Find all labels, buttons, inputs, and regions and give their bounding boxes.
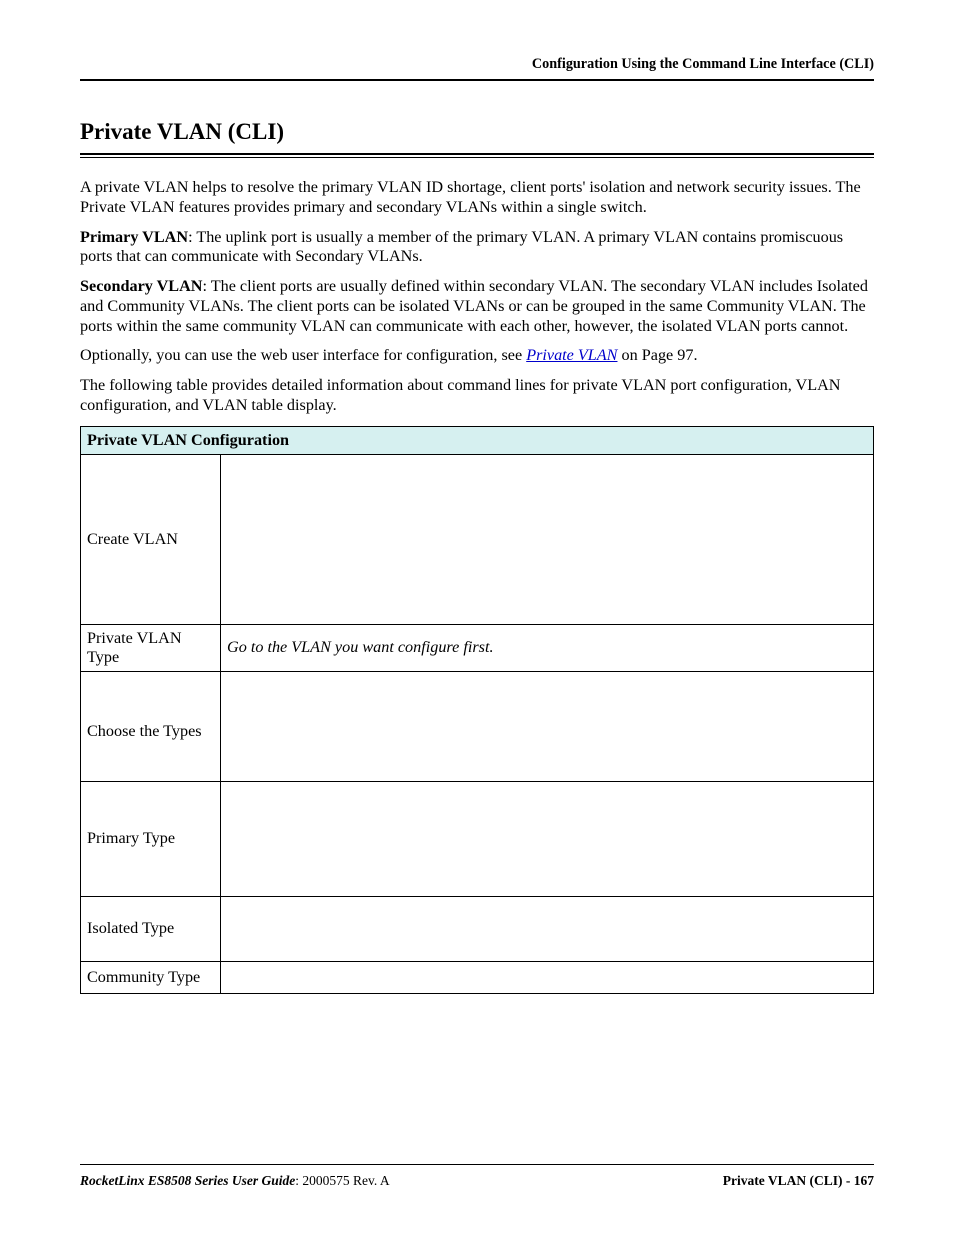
table-row: Choose the Types <box>81 671 874 781</box>
table-header: Private VLAN Configuration <box>81 426 874 454</box>
document-page: Configuration Using the Command Line Int… <box>0 0 954 1235</box>
row-label: Isolated Type <box>81 896 221 961</box>
primary-vlan-paragraph: Primary VLAN: The uplink port is usually… <box>80 228 874 268</box>
header-rule <box>80 79 874 81</box>
private-vlan-link[interactable]: Private VLAN <box>526 346 617 364</box>
row-content <box>221 961 874 993</box>
footer-guide-rev: : 2000575 Rev. A <box>295 1173 389 1188</box>
row-content <box>221 781 874 896</box>
private-vlan-config-table: Private VLAN Configuration Create VLAN P… <box>80 426 874 994</box>
row-content <box>221 454 874 624</box>
optional-paragraph: Optionally, you can use the web user int… <box>80 346 874 366</box>
secondary-vlan-label: Secondary VLAN <box>80 277 202 295</box>
footer-left: RocketLinx ES8508 Series User Guide: 200… <box>80 1173 390 1189</box>
table-row: Private VLAN Type Go to the VLAN you wan… <box>81 624 874 671</box>
row-label: Private VLAN Type <box>81 624 221 671</box>
table-row: Isolated Type <box>81 896 874 961</box>
footer-guide-title: RocketLinx ES8508 Series User Guide <box>80 1173 295 1188</box>
row-label: Community Type <box>81 961 221 993</box>
title-rule <box>80 153 874 158</box>
optional-pre-text: Optionally, you can use the web user int… <box>80 346 526 364</box>
table-header-row: Private VLAN Configuration <box>81 426 874 454</box>
primary-vlan-label: Primary VLAN <box>80 228 188 246</box>
table-row: Create VLAN <box>81 454 874 624</box>
table-row: Community Type <box>81 961 874 993</box>
row-content <box>221 671 874 781</box>
row-label: Choose the Types <box>81 671 221 781</box>
row-label: Primary Type <box>81 781 221 896</box>
running-head: Configuration Using the Command Line Int… <box>80 56 874 73</box>
page-footer: RocketLinx ES8508 Series User Guide: 200… <box>80 1164 874 1189</box>
intro-paragraph: A private VLAN helps to resolve the prim… <box>80 178 874 218</box>
page-title: Private VLAN (CLI) <box>80 119 874 145</box>
row-label: Create VLAN <box>81 454 221 624</box>
table-row: Primary Type <box>81 781 874 896</box>
row-content: Go to the VLAN you want configure first. <box>221 624 874 671</box>
primary-vlan-text: : The uplink port is usually a member of… <box>80 228 843 266</box>
optional-post-text: on Page 97. <box>617 346 697 364</box>
footer-right: Private VLAN (CLI) - 167 <box>723 1173 874 1189</box>
secondary-vlan-paragraph: Secondary VLAN: The client ports are usu… <box>80 277 874 336</box>
row-content <box>221 896 874 961</box>
footer-rule <box>80 1164 874 1165</box>
following-paragraph: The following table provides detailed in… <box>80 376 874 416</box>
footer-row: RocketLinx ES8508 Series User Guide: 200… <box>80 1173 874 1189</box>
